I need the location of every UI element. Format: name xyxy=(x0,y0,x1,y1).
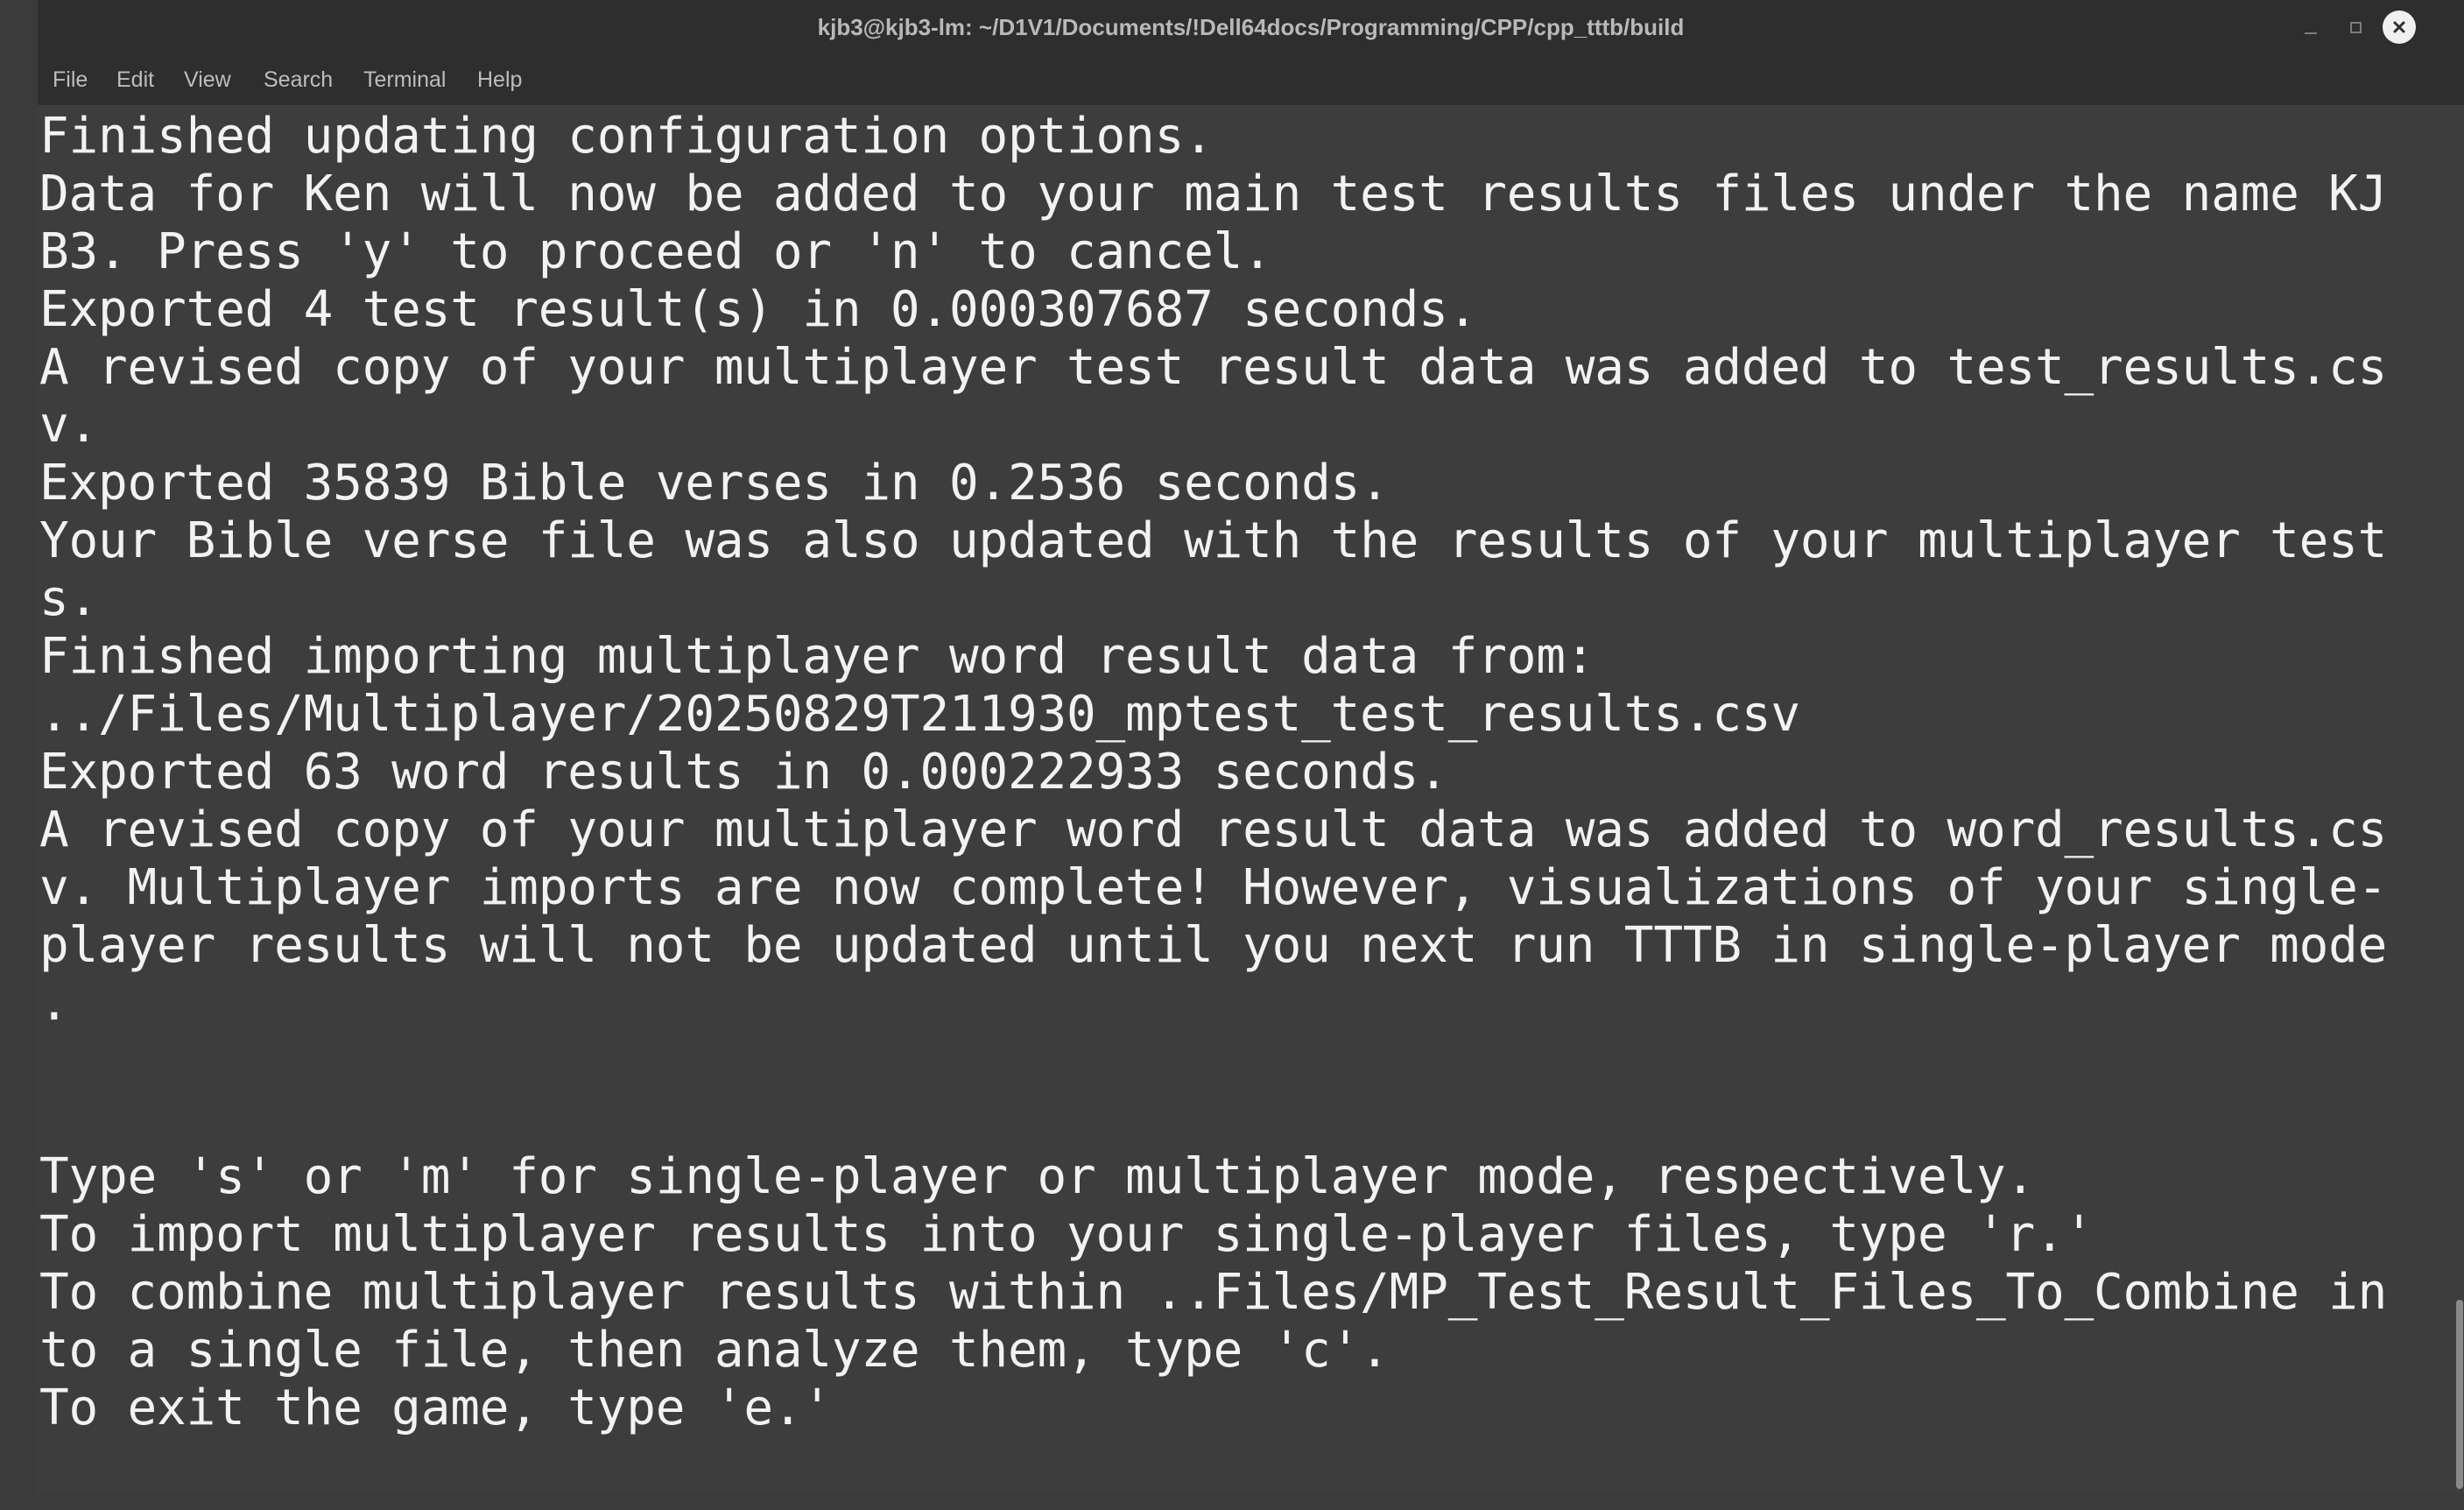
terminal-line: . xyxy=(39,975,69,1032)
terminal-line: To combine multiplayer results within ..… xyxy=(39,1264,2388,1321)
terminal-line: s. xyxy=(39,570,99,627)
menu-search[interactable]: Search xyxy=(264,54,333,105)
menu-bar: File Edit View Search Terminal Help xyxy=(38,54,2464,105)
title-bar[interactable]: kjb3@kjb3-lm: ~/D1V1/Documents/!Dell64do… xyxy=(38,0,2464,54)
maximize-button[interactable] xyxy=(2339,11,2372,44)
terminal-line: Finished importing multiplayer word resu… xyxy=(39,628,1595,685)
terminal-line: Data for Ken will now be added to your m… xyxy=(39,166,2388,222)
terminal-line: A revised copy of your multiplayer word … xyxy=(39,801,2388,858)
menu-view[interactable]: View xyxy=(184,54,231,105)
window-bottom-edge xyxy=(38,1494,2464,1510)
terminal-line: player results will not be updated until… xyxy=(39,917,2388,974)
terminal-line: Finished updating configuration options. xyxy=(39,108,1214,165)
maximize-icon xyxy=(2349,21,2362,33)
terminal-line: Exported 35839 Bible verses in 0.2536 se… xyxy=(39,455,1390,512)
scrollbar-thumb[interactable] xyxy=(2456,1300,2463,1489)
terminal-output[interactable]: Finished updating configuration options.… xyxy=(38,105,2428,1494)
menu-terminal[interactable]: Terminal xyxy=(363,54,446,105)
terminal-window: kjb3@kjb3-lm: ~/D1V1/Documents/!Dell64do… xyxy=(38,0,2464,1510)
vertical-scrollbar[interactable] xyxy=(2428,105,2464,1494)
terminal-line: Exported 63 word results in 0.000222933 … xyxy=(39,744,1448,801)
terminal-line: Type 's' or 'm' for single-player or mul… xyxy=(39,1148,2036,1205)
terminal-line: Exported 4 test result(s) in 0.000307687… xyxy=(39,281,1478,338)
terminal-line: ../Files/Multiplayer/20250829T211930_mpt… xyxy=(39,686,1800,743)
minimize-button[interactable] xyxy=(2294,11,2327,44)
menu-file[interactable]: File xyxy=(53,54,88,105)
minimize-icon xyxy=(2305,32,2317,34)
menu-edit[interactable]: Edit xyxy=(116,54,154,105)
close-icon xyxy=(2383,11,2416,44)
terminal-line: A revised copy of your multiplayer test … xyxy=(39,339,2388,396)
terminal-line: To import multiplayer results into your … xyxy=(39,1206,2094,1263)
window-title: kjb3@kjb3-lm: ~/D1V1/Documents/!Dell64do… xyxy=(817,14,1685,40)
terminal-line: to a single file, then analyze them, typ… xyxy=(39,1322,1390,1379)
close-button[interactable] xyxy=(2383,11,2416,44)
terminal-line: To exit the game, type 'e.' xyxy=(39,1379,832,1436)
terminal-line: v. Multiplayer imports are now complete!… xyxy=(39,859,2388,916)
terminal-line: v. xyxy=(39,397,99,454)
menu-help[interactable]: Help xyxy=(477,54,522,105)
terminal-line: Your Bible verse file was also updated w… xyxy=(39,512,2388,569)
terminal-line: B3. Press 'y' to proceed or 'n' to cance… xyxy=(39,223,1272,280)
